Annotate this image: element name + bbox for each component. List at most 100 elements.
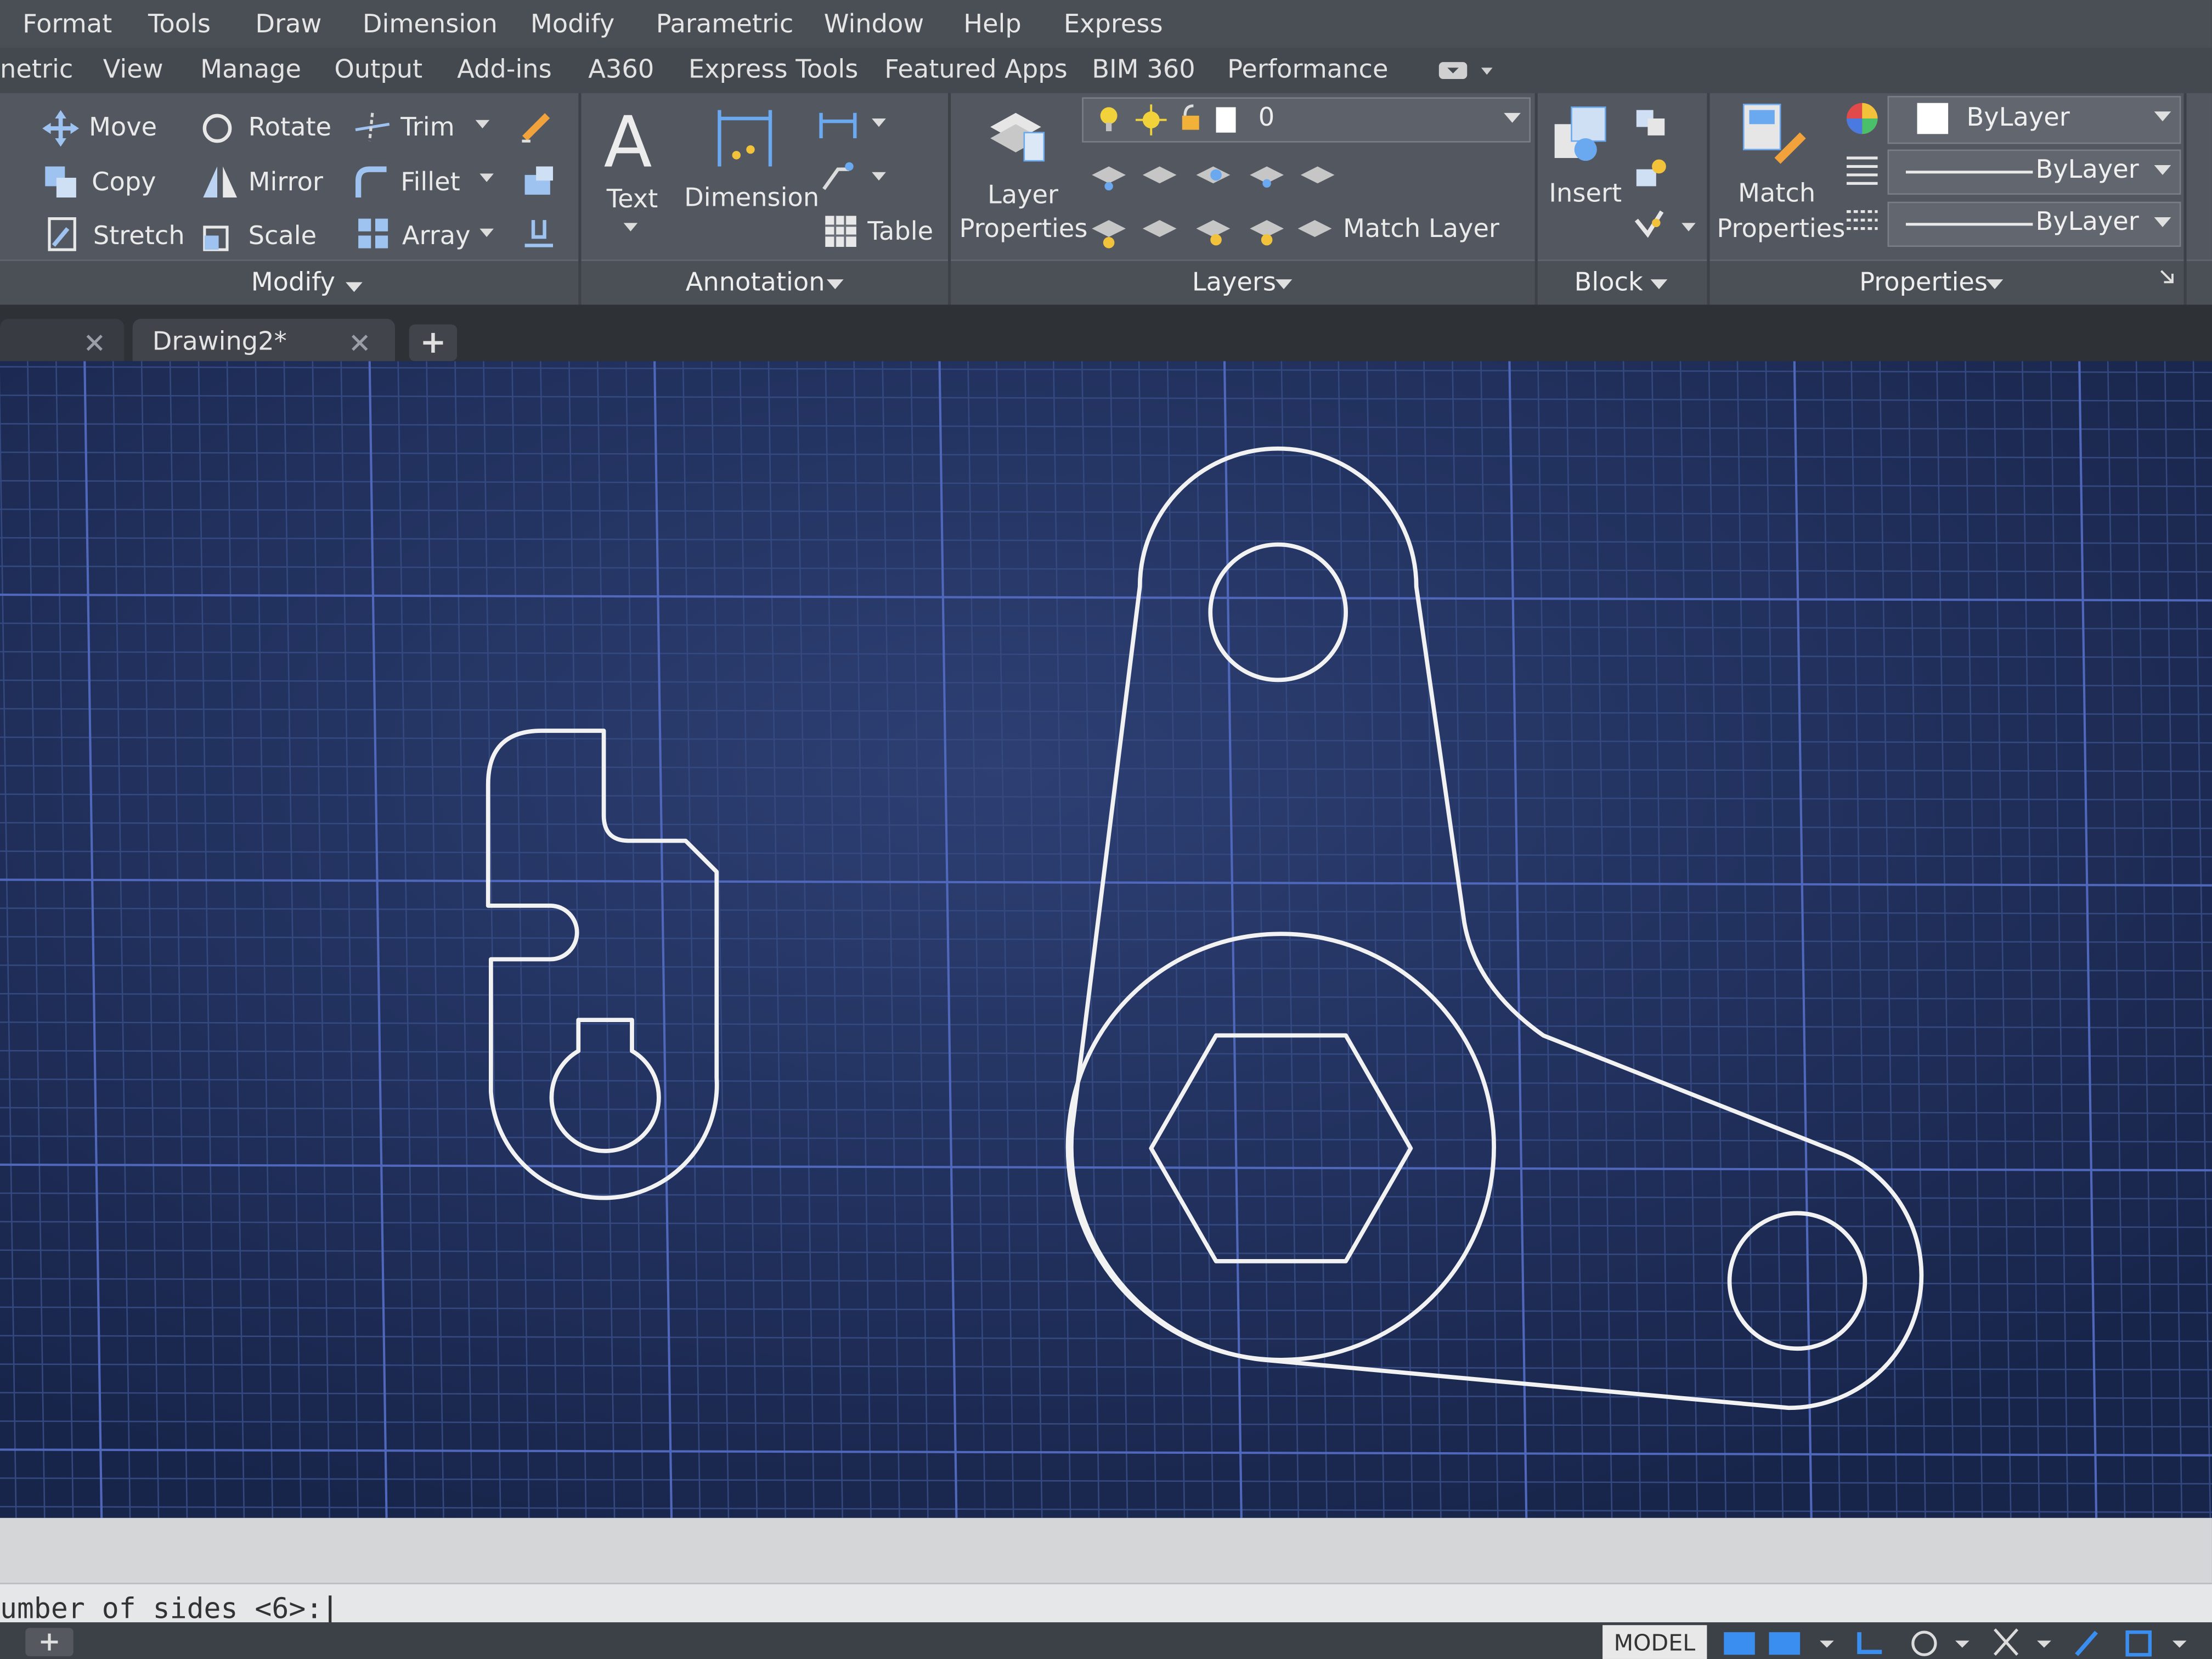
menu-help[interactable]: Help xyxy=(963,10,1022,40)
insert-button[interactable]: Insert xyxy=(1549,179,1622,209)
linetype-dropdown[interactable]: ByLayer xyxy=(1887,149,2181,195)
tab-express-tools[interactable]: Express Tools xyxy=(689,55,858,84)
tab-output[interactable]: Output xyxy=(334,55,422,84)
stretch-icon[interactable] xyxy=(45,215,82,254)
fillet-button[interactable]: Fillet xyxy=(400,168,460,198)
new-tab-button[interactable] xyxy=(409,324,458,362)
tab-parametric[interactable]: netric xyxy=(0,55,73,84)
tab-view[interactable]: View xyxy=(103,55,163,84)
document-tab-inactive[interactable] xyxy=(0,319,125,367)
scale-icon[interactable] xyxy=(200,216,240,252)
trim-button[interactable]: Trim xyxy=(400,113,454,143)
erase-icon[interactable] xyxy=(519,107,556,144)
menu-window[interactable]: Window xyxy=(824,10,924,40)
modify-panel-title[interactable]: Modify xyxy=(251,268,335,298)
stretch-button[interactable]: Stretch xyxy=(93,222,185,251)
explode-icon[interactable] xyxy=(519,163,558,200)
chevron-down-icon[interactable] xyxy=(1275,279,1293,291)
layer-properties-icon[interactable] xyxy=(985,99,1049,170)
document-tab-bar: Drawing2* xyxy=(0,304,2212,367)
tab-a360[interactable]: A360 xyxy=(588,55,654,84)
linear-dimension-icon[interactable] xyxy=(818,107,889,141)
panel-launcher-icon[interactable] xyxy=(2158,268,2175,285)
menu-draw[interactable]: Draw xyxy=(255,10,321,40)
drawing-canvas[interactable] xyxy=(0,361,2212,1518)
linetype-value: ByLayer xyxy=(2035,155,2139,185)
annotation-panel-title[interactable]: Annotation xyxy=(686,268,825,298)
table-icon[interactable] xyxy=(824,215,858,249)
chevron-down-icon[interactable] xyxy=(1650,279,1668,291)
match-properties-icon[interactable] xyxy=(1738,99,1812,172)
menu-express[interactable]: Express xyxy=(1064,10,1163,40)
color-swatch xyxy=(1917,103,1949,134)
layer-properties-label-1[interactable]: Layer xyxy=(988,180,1058,210)
match-layer-button[interactable]: Match Layer xyxy=(1343,215,1499,244)
dimension-button[interactable]: Dimension xyxy=(684,183,819,213)
leader-icon[interactable] xyxy=(818,158,889,195)
menu-tools[interactable]: Tools xyxy=(148,10,211,40)
menu-modify[interactable]: Modify xyxy=(531,10,614,40)
properties-panel-title[interactable]: Properties xyxy=(1859,268,1988,298)
layer-properties-button[interactable]: Properties xyxy=(960,215,1088,244)
chevron-down-icon[interactable] xyxy=(826,279,844,291)
table-button[interactable]: Table xyxy=(867,217,933,247)
offset-icon[interactable] xyxy=(519,215,558,254)
chevron-down-icon[interactable] xyxy=(623,223,638,234)
model-space-button[interactable]: MODEL xyxy=(1602,1625,1707,1659)
rotate-button[interactable]: Rotate xyxy=(249,113,332,143)
insert-block-icon[interactable] xyxy=(1549,101,1616,172)
close-icon[interactable] xyxy=(84,333,104,353)
color-dropdown[interactable]: ByLayer xyxy=(1887,95,2181,144)
panel-divider xyxy=(2183,93,2187,305)
chevron-down-icon[interactable] xyxy=(345,282,363,294)
menu-bar: Format Tools Draw Dimension Modify Param… xyxy=(0,0,2212,48)
array-button[interactable]: Array xyxy=(402,222,471,251)
copy-button[interactable]: Copy xyxy=(92,168,156,198)
fillet-icon[interactable] xyxy=(353,163,392,200)
scale-button[interactable]: Scale xyxy=(249,222,317,251)
layer-state-icons xyxy=(1100,104,1236,136)
move-icon[interactable] xyxy=(42,110,79,147)
block-panel-title[interactable]: Block xyxy=(1575,268,1643,298)
menu-parametric[interactable]: Parametric xyxy=(656,10,794,40)
copy-icon[interactable] xyxy=(42,163,82,200)
chevron-down-icon[interactable] xyxy=(479,173,496,185)
move-button[interactable]: Move xyxy=(89,113,157,143)
match-properties-button[interactable]: Properties xyxy=(1717,215,1845,244)
layout-add-button[interactable] xyxy=(25,1628,74,1656)
tab-add-ins[interactable]: Add-ins xyxy=(457,55,552,84)
ribbon-minimize-icon[interactable] xyxy=(1436,58,1498,83)
match-properties-label-1[interactable]: Match xyxy=(1738,179,1815,209)
chevron-down-icon[interactable] xyxy=(1986,279,2004,291)
tab-manage[interactable]: Manage xyxy=(200,55,301,84)
tab-performance[interactable]: Performance xyxy=(1227,55,1388,84)
text-button[interactable]: Text xyxy=(607,185,658,215)
layers-panel-title[interactable]: Layers xyxy=(1192,268,1276,298)
text-icon[interactable]: A xyxy=(604,104,661,178)
tab-bim-360[interactable]: BIM 360 xyxy=(1092,55,1195,84)
dimension-icon[interactable] xyxy=(714,104,776,172)
command-input[interactable] xyxy=(0,1583,2212,1624)
menu-dimension[interactable]: Dimension xyxy=(363,10,498,40)
document-tab-drawing2[interactable]: Drawing2* xyxy=(132,319,395,367)
lineweight-value: ByLayer xyxy=(2035,207,2139,237)
drawing-svg[interactable] xyxy=(0,361,2212,1518)
chevron-down-icon[interactable] xyxy=(1681,223,1696,234)
rotate-icon[interactable] xyxy=(200,110,234,144)
chevron-down-icon[interactable] xyxy=(479,228,496,240)
layer-dropdown[interactable]: 0 xyxy=(1082,97,1531,143)
menu-format[interactable]: Format xyxy=(22,10,112,40)
close-icon[interactable] xyxy=(350,333,370,353)
color-value: ByLayer xyxy=(1966,103,2070,133)
chevron-down-icon[interactable] xyxy=(475,120,493,132)
tab-featured-apps[interactable]: Featured Apps xyxy=(884,55,1068,84)
layer-tool-icons-row1[interactable] xyxy=(1089,158,1343,195)
block-tool-icons[interactable] xyxy=(1631,107,1673,262)
mirror-icon[interactable] xyxy=(200,163,240,200)
array-icon[interactable] xyxy=(356,216,392,252)
layer-tool-icons-row2[interactable] xyxy=(1089,212,1332,251)
lineweight-dropdown[interactable]: ByLayer xyxy=(1887,201,2181,247)
status-toggle-icons[interactable] xyxy=(1718,1627,2212,1658)
mirror-button[interactable]: Mirror xyxy=(249,168,323,198)
trim-icon[interactable] xyxy=(353,110,392,144)
